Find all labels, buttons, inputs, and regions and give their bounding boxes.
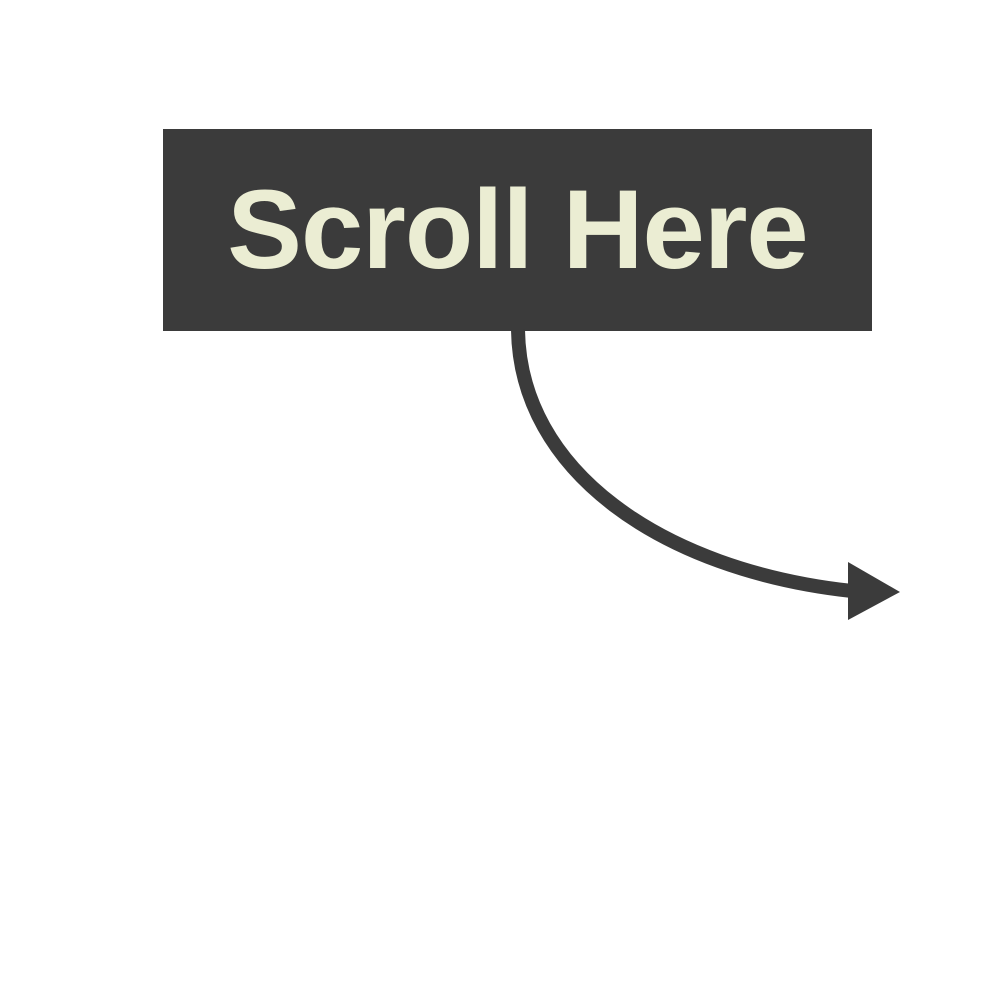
arrow-head (848, 562, 900, 620)
scroll-hint-overlay: Scroll Here (0, 0, 1000, 1000)
scroll-here-label: Scroll Here (227, 167, 808, 292)
scroll-here-banner: Scroll Here (163, 129, 872, 331)
arrow-shaft (511, 329, 853, 598)
